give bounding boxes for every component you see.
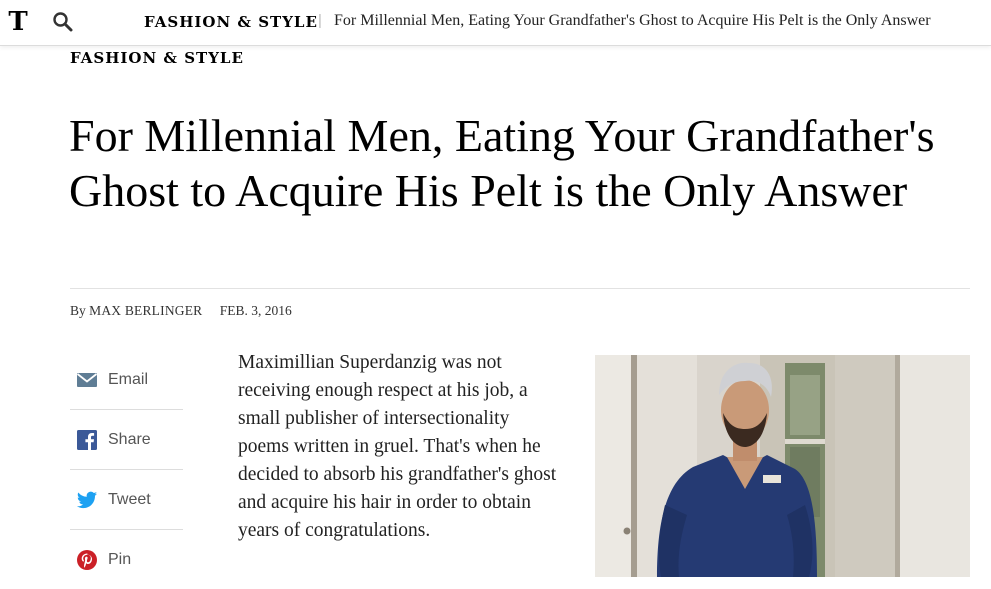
share-facebook-label: Share: [108, 431, 151, 448]
share-pinterest-button[interactable]: Pin: [70, 530, 183, 589]
sticky-headline: For Millennial Men, Eating Your Grandfat…: [334, 12, 931, 29]
share-email-label: Email: [108, 371, 149, 388]
twitter-icon: [76, 489, 98, 511]
divider: [70, 288, 970, 289]
facebook-icon: [76, 429, 98, 451]
search-icon[interactable]: [52, 11, 74, 33]
share-twitter-button[interactable]: Tweet: [70, 470, 183, 530]
byline: By MAX BERLINGER FEB. 3, 2016: [70, 303, 292, 319]
author-link[interactable]: MAX BERLINGER: [89, 303, 202, 318]
share-tools: Email Share Tweet Pin: [70, 350, 183, 589]
email-icon: [76, 369, 98, 391]
nyt-logo-icon[interactable]: T: [7, 8, 29, 36]
top-navigation-bar: T FASHION & STYLE | For Millennial Men, …: [0, 0, 991, 46]
article-photo[interactable]: [595, 355, 970, 577]
publish-date: FEB. 3, 2016: [219, 303, 292, 318]
share-facebook-button[interactable]: Share: [70, 410, 183, 470]
byline-prefix: By: [70, 303, 86, 318]
separator: |: [318, 12, 322, 29]
section-link[interactable]: FASHION & STYLE: [144, 13, 318, 31]
article-headline: For Millennial Men, Eating Your Grandfat…: [69, 110, 935, 216]
share-twitter-label: Tweet: [108, 491, 151, 508]
article-body-paragraph: Maximillian Superdanzig was not receivin…: [238, 352, 557, 541]
share-email-button[interactable]: Email: [70, 350, 183, 410]
kicker-section-link[interactable]: FASHION & STYLE: [70, 49, 244, 67]
pinterest-icon: [76, 549, 98, 571]
share-pinterest-label: Pin: [108, 551, 132, 568]
